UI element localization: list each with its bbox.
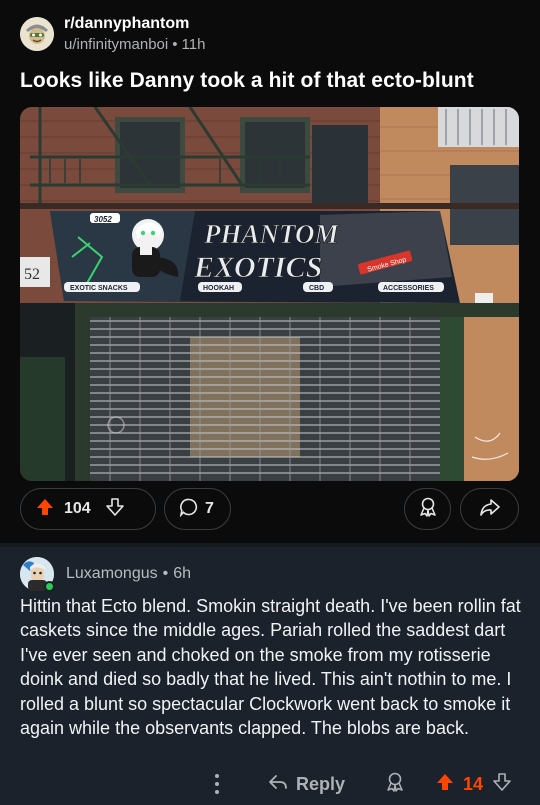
post-actions: 104 7 <box>20 488 519 530</box>
comment: Luxamongus • 6h Hittin that Ecto blend. Sm… <box>0 547 540 805</box>
store-name-line1: PHANTOM <box>203 219 340 249</box>
post-image[interactable]: 52 3052 PHANTOM EXOTICS Smoke Shop EXOTI… <box>20 107 519 481</box>
post-author[interactable]: u/infinitymanboi <box>64 36 168 53</box>
store-name-line2: EXOTICS <box>193 251 322 284</box>
vote-pill: 104 <box>20 488 156 530</box>
subreddit-name[interactable]: r/dannyphantom <box>64 14 205 33</box>
post-header: r/dannyphantom u/infinitymanboi • 11h <box>20 12 205 56</box>
award-icon <box>384 772 406 797</box>
sign-number-text: 3052 <box>94 215 112 224</box>
share-button[interactable] <box>460 488 519 530</box>
comment-actions: Reply 14 <box>0 769 540 799</box>
speech-bubble-icon <box>179 497 199 522</box>
comment-vote: 14 <box>435 769 512 799</box>
comment-username[interactable]: Luxamongus <box>66 565 158 582</box>
sign-item-accessories: ACCESSORIES <box>383 285 434 292</box>
subreddit-avatar[interactable] <box>20 17 54 51</box>
vertical-dots-icon[interactable] <box>209 771 225 797</box>
sign-item-exotic-snacks: EXOTIC SNACKS <box>70 285 128 292</box>
comment-body: Hittin that Ecto blend. Smokin straight … <box>20 596 521 739</box>
post-title[interactable]: Looks like Danny took a hit of that ecto… <box>20 69 474 93</box>
comments-button[interactable]: 7 <box>164 488 231 530</box>
post-card: r/dannyphantom u/infinitymanboi • 11h Look… <box>0 0 540 543</box>
reply-arrow-icon <box>268 772 288 797</box>
online-status-dot <box>44 581 55 592</box>
subreddit-avatar-icon <box>20 17 54 51</box>
downvote-icon[interactable] <box>105 497 125 522</box>
reply-label: Reply <box>296 773 346 794</box>
sign-item-hookah: HOOKAH <box>203 285 234 292</box>
share-arrow-icon <box>479 496 501 523</box>
post-byline: u/infinitymanboi • 11h <box>64 36 206 53</box>
side-number-text: 52 <box>24 266 40 283</box>
comment-score: 14 <box>463 773 484 794</box>
comment-downvote-icon[interactable] <box>492 772 512 797</box>
comment-meta: Luxamongus • 6h <box>66 565 192 582</box>
upvote-icon[interactable] <box>35 497 55 522</box>
storefront-photo: 52 3052 PHANTOM EXOTICS Smoke Shop EXOTI… <box>20 107 519 481</box>
commenter-avatar[interactable] <box>20 557 55 592</box>
comment-award-button[interactable] <box>384 771 406 798</box>
reply-button[interactable]: Reply <box>268 769 345 799</box>
comment-upvote-icon[interactable] <box>435 772 455 797</box>
award-button[interactable] <box>404 488 451 530</box>
post-score: 104 <box>64 500 91 517</box>
award-icon <box>417 496 439 523</box>
comment-header: Luxamongus • 6h <box>20 556 191 592</box>
comment-age: 6h <box>173 565 192 582</box>
post-age: 11h <box>181 36 206 53</box>
sign-item-cbd: CBD <box>309 285 324 292</box>
comment-count: 7 <box>205 500 214 517</box>
